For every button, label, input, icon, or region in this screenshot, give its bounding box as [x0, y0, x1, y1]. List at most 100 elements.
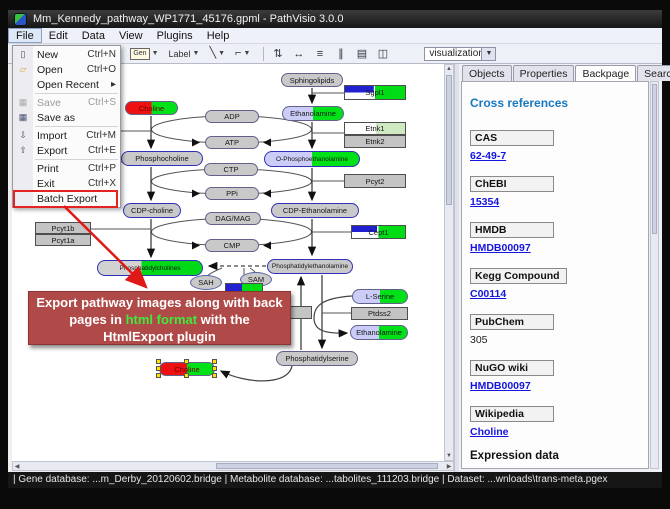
xref-link[interactable]: Choline: [470, 426, 509, 438]
menu-data[interactable]: Data: [75, 28, 112, 43]
file-menu-item-open[interactable]: ▱OpenCtrl+O: [13, 62, 120, 77]
tab-properties[interactable]: Properties: [513, 65, 575, 81]
menu-plugins[interactable]: Plugins: [150, 28, 200, 43]
xref-link[interactable]: 15354: [470, 196, 499, 208]
app-icon: [14, 13, 27, 26]
pathway-node-ethanolamine-2[interactable]: Ethanolamine: [350, 325, 408, 340]
selection-handle[interactable]: [212, 373, 217, 378]
sidebar-scrollbar[interactable]: [650, 81, 659, 469]
pathway-node-choline-top[interactable]: Choline: [125, 101, 178, 115]
pathway-node-ppi[interactable]: PPi: [205, 187, 259, 200]
canvas-vertical-scrollbar[interactable]: ▲ ▼: [444, 64, 454, 461]
menu-help[interactable]: Help: [200, 28, 237, 43]
xref-link[interactable]: C00114: [470, 288, 506, 300]
pathway-node-phosphatidylserine[interactable]: Phosphatidylserine: [276, 351, 358, 366]
pathway-node-pcyt1a[interactable]: Pcyt1a: [35, 234, 91, 246]
chevron-down-icon[interactable]: ▼: [152, 50, 159, 57]
pathway-node-etnk1[interactable]: Etnk1: [344, 122, 406, 135]
sidebar-scroll-thumb[interactable]: [652, 84, 657, 234]
stack-vertical-icon[interactable]: ∥: [333, 46, 348, 61]
chevron-down-icon[interactable]: ▼: [243, 50, 250, 57]
menu-edit[interactable]: Edit: [42, 28, 75, 43]
vertical-scroll-thumb[interactable]: [446, 75, 452, 205]
gene-tool-button[interactable]: Gen ▼: [127, 47, 161, 61]
tab-backpage[interactable]: Backpage: [575, 65, 636, 81]
pathway-node-ctp[interactable]: CTP: [204, 163, 258, 176]
menubar: FileEditDataViewPluginsHelp: [8, 28, 662, 44]
file-menu-item-label: Save as: [33, 112, 116, 124]
pathway-node-phosphatidylethanolamine[interactable]: Phosphatidylethanolamine: [267, 259, 353, 274]
pathway-node-atp[interactable]: ATP: [205, 136, 259, 149]
selection-handle[interactable]: [156, 366, 161, 371]
pathway-node-adp[interactable]: ADP: [205, 110, 259, 123]
align-middle-icon[interactable]: ↔: [291, 46, 306, 61]
pathway-node-pcyt1b[interactable]: Pcyt1b: [35, 222, 91, 234]
pathway-node-ptdss2[interactable]: Ptdss2: [351, 307, 408, 320]
pathway-node-pcyt2[interactable]: Pcyt2: [344, 174, 406, 188]
xref-link[interactable]: 62-49-7: [470, 150, 506, 162]
visualization-combobox[interactable]: visualization ▼: [424, 47, 496, 61]
pathway-node-cdp-choline[interactable]: CDP-choline: [123, 203, 181, 218]
line-tool-icon: ╲: [209, 48, 216, 59]
import-icon: ⇩: [13, 130, 33, 141]
pathway-node-sah[interactable]: SAH: [190, 275, 222, 290]
pathway-node-phosphocholine[interactable]: Phosphocholine: [121, 151, 203, 166]
file-menu-item-new[interactable]: ▯NewCtrl+N: [13, 47, 120, 62]
chevron-down-icon[interactable]: ▼: [481, 48, 495, 60]
scroll-down-icon[interactable]: ▼: [445, 452, 453, 460]
selection-handle[interactable]: [184, 359, 189, 364]
scroll-up-icon[interactable]: ▲: [445, 65, 453, 73]
file-menu-item-import[interactable]: ⇩ImportCtrl+M: [13, 128, 120, 143]
chevron-down-icon[interactable]: ▼: [218, 50, 225, 57]
screenshot-stage: Mm_Kennedy_pathway_WP1771_45176.gpml - P…: [0, 0, 670, 509]
file-menu-item-open-recent[interactable]: Open Recent▸: [13, 77, 120, 92]
stack-horizontal-icon[interactable]: ≡: [312, 46, 327, 61]
pathway-node-cdp-ethanolamine[interactable]: CDP-Ethanolamine: [271, 203, 359, 218]
connector-tool-button[interactable]: ⌐ ▼: [232, 47, 253, 60]
selection-handle[interactable]: [184, 373, 189, 378]
distribute-horizontal-icon[interactable]: ▤: [354, 46, 369, 61]
sidebar-tabs: ObjectsPropertiesBackpageSearchLegend: [462, 65, 670, 81]
gene-tool-icon: Gen: [130, 48, 149, 60]
distribute-vertical-icon[interactable]: ◫: [375, 46, 390, 61]
pathway-node-etnk2[interactable]: Etnk2: [344, 135, 406, 148]
menu-separator: [35, 126, 118, 127]
file-menu-item-label: Open: [33, 64, 87, 76]
pathway-node-sgpl1[interactable]: Sgpl1: [344, 85, 406, 100]
xref-link[interactable]: HMDB00097: [470, 380, 531, 392]
file-menu-item-exit[interactable]: ExitCtrl+X: [13, 176, 120, 191]
xref-link[interactable]: HMDB00097: [470, 242, 531, 254]
line-tool-button[interactable]: ╲ ▼: [206, 47, 228, 60]
file-menu: ▯NewCtrl+N▱OpenCtrl+OOpen Recent▸▦SaveCt…: [12, 45, 121, 208]
file-menu-item-label: Print: [33, 163, 88, 175]
xref-section-hmdb: HMDBHMDB00097: [470, 220, 648, 254]
selection-handle[interactable]: [156, 359, 161, 364]
file-menu-item-export[interactable]: ⇧ExportCtrl+E: [13, 143, 120, 158]
canvas-horizontal-scrollbar[interactable]: ◀ ▶: [12, 461, 454, 471]
file-menu-item-print[interactable]: PrintCtrl+P: [13, 161, 120, 176]
menu-separator: [35, 93, 118, 94]
pathway-node-ethanolamine-top[interactable]: Ethanolamine: [282, 106, 344, 121]
pathway-node-dag-mag[interactable]: DAG/MAG: [205, 212, 261, 225]
pathway-node-cept1[interactable]: Cept1: [351, 225, 406, 239]
align-center-icon[interactable]: ⇅: [270, 46, 285, 61]
pathway-node-sphingolipids[interactable]: Sphingolipids: [281, 73, 343, 87]
menu-file[interactable]: File: [8, 28, 42, 43]
menu-view[interactable]: View: [112, 28, 150, 43]
pathway-node-gene-partial-2[interactable]: [288, 306, 312, 319]
pathway-node-phosphatidylcholines[interactable]: Phosphatidylcholines: [97, 260, 203, 276]
pathway-node-l-serine[interactable]: L-Serine: [352, 289, 408, 304]
selection-handle[interactable]: [212, 359, 217, 364]
horizontal-scroll-thumb[interactable]: [216, 463, 438, 469]
scroll-left-icon[interactable]: ◀: [13, 463, 21, 471]
tab-search[interactable]: Search: [637, 65, 670, 81]
selection-handle[interactable]: [212, 366, 217, 371]
chevron-down-icon[interactable]: ▼: [193, 50, 200, 57]
label-tool-button[interactable]: Label ▼: [166, 48, 203, 60]
pathway-node-cmp[interactable]: CMP: [205, 239, 259, 252]
file-menu-item-save-as[interactable]: ▦Save as: [13, 110, 120, 125]
pathway-node-o-phosphoethanolamine[interactable]: O-Phosphoethanolamine: [264, 151, 360, 167]
tab-objects[interactable]: Objects: [462, 65, 512, 81]
scroll-right-icon[interactable]: ▶: [445, 463, 453, 471]
selection-handle[interactable]: [156, 373, 161, 378]
